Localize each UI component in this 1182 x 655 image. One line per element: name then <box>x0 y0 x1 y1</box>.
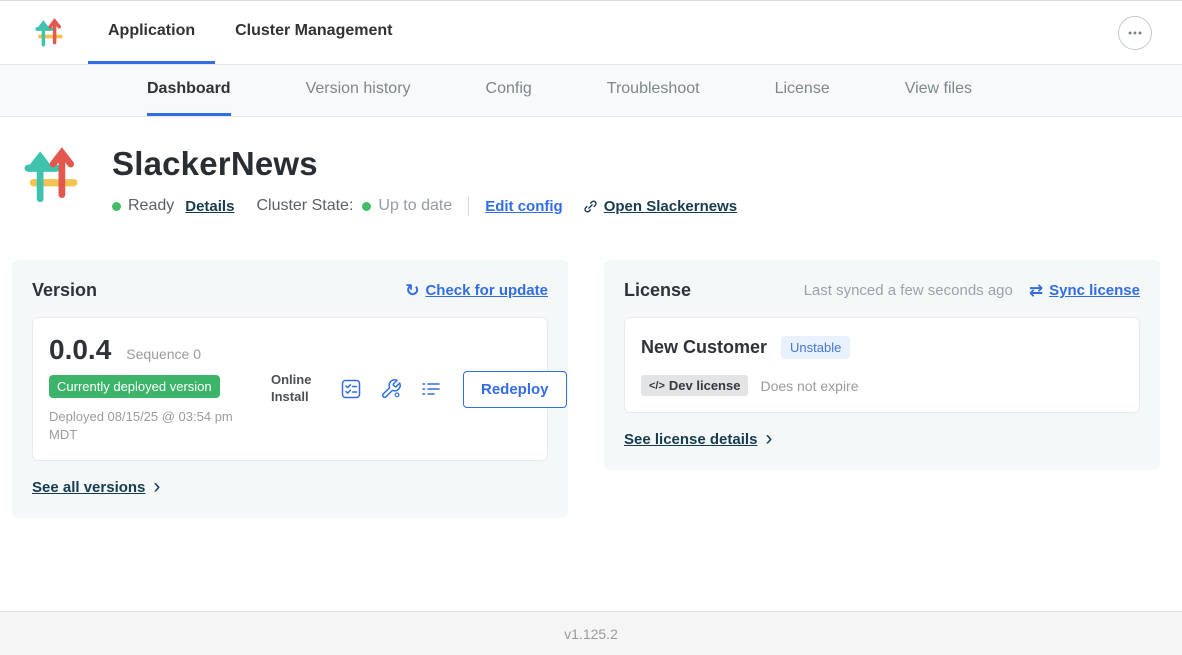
cluster-state-value: Up to date <box>378 197 452 215</box>
top-navbar: Application Cluster Management <box>0 1 1182 65</box>
open-app-label: Open Slackernews <box>604 198 737 215</box>
app-logo-small <box>34 1 64 64</box>
cluster-state-label: Cluster State: <box>256 197 353 215</box>
more-options-button[interactable] <box>1118 16 1152 50</box>
app-ready-dot <box>112 202 121 211</box>
link-chain-icon <box>583 199 598 214</box>
check-for-update-label: Check for update <box>425 282 548 299</box>
app-subnav: Dashboard Version history Config Trouble… <box>0 65 1182 117</box>
last-synced-text: Last synced a few seconds ago <box>804 282 1013 299</box>
sync-icon: ⇄ <box>1029 281 1043 301</box>
tab-application[interactable]: Application <box>88 1 215 64</box>
license-card-header: License Last synced a few seconds ago ⇄ … <box>624 280 1140 301</box>
checklist-icon <box>340 378 362 400</box>
see-all-versions-label: See all versions <box>32 479 145 496</box>
slackernews-logo-icon <box>22 145 80 207</box>
chevron-right-icon: › <box>765 428 772 449</box>
see-license-details-link[interactable]: See license details › <box>624 429 772 450</box>
release-notes-button[interactable] <box>420 378 442 400</box>
check-for-update-link[interactable]: ↻ Check for update <box>405 281 548 301</box>
status-details-link[interactable]: Details <box>185 198 234 215</box>
code-icon: </> <box>649 380 665 392</box>
license-expiration: Does not expire <box>760 378 858 394</box>
customer-name: New Customer <box>641 337 767 358</box>
deployed-timestamp: Deployed 08/15/25 @ 03:54 pm MDT <box>49 408 254 444</box>
open-app-link[interactable]: Open Slackernews <box>583 198 737 215</box>
slackernews-logo-icon <box>34 17 64 49</box>
list-icon <box>420 378 442 400</box>
preflight-checks-button[interactable] <box>340 378 362 400</box>
top-tabs: Application Cluster Management <box>88 1 412 64</box>
refresh-icon: ↻ <box>405 281 419 301</box>
subnav-item-troubleshoot[interactable]: Troubleshoot <box>607 65 700 116</box>
see-license-details-label: See license details <box>624 431 757 448</box>
tab-cluster-management[interactable]: Cluster Management <box>215 1 412 64</box>
app-header: SlackerNews Ready Details Cluster State:… <box>22 145 1182 216</box>
license-type-label: Dev license <box>669 378 741 393</box>
vertical-divider <box>468 196 469 216</box>
version-actions: Online Install <box>271 371 567 408</box>
chevron-right-icon: › <box>153 476 160 497</box>
subnav-item-config[interactable]: Config <box>486 65 532 116</box>
sequence-label: Sequence 0 <box>126 346 201 362</box>
see-all-versions-link[interactable]: See all versions › <box>32 477 160 498</box>
version-card: Version ↻ Check for update 0.0.4 Sequenc… <box>12 260 568 518</box>
channel-badge: Unstable <box>781 336 850 359</box>
subnav-item-version-history[interactable]: Version history <box>306 65 411 116</box>
version-card-title: Version <box>32 280 97 301</box>
subnav-item-dashboard[interactable]: Dashboard <box>147 65 231 116</box>
app-title-block: SlackerNews Ready Details Cluster State:… <box>112 145 737 216</box>
app-logo-large <box>22 145 80 216</box>
console-version: v1.125.2 <box>564 626 618 642</box>
redeploy-button[interactable]: Redeploy <box>463 371 567 408</box>
current-version-panel: 0.0.4 Sequence 0 Currently deployed vers… <box>32 317 548 461</box>
page-title: SlackerNews <box>112 145 737 183</box>
subnav-item-license[interactable]: License <box>775 65 830 116</box>
deployed-badge: Currently deployed version <box>49 375 220 398</box>
version-number: 0.0.4 <box>49 334 111 366</box>
wrench-gear-icon <box>380 378 402 400</box>
sync-license-link[interactable]: ⇄ Sync license <box>1029 281 1140 301</box>
admin-console-page: Application Cluster Management Dashboard… <box>0 0 1182 655</box>
edit-config-link[interactable]: Edit config <box>485 198 563 215</box>
ellipsis-icon <box>1126 24 1144 42</box>
install-type-label: Online Install <box>271 372 321 406</box>
license-card-title: License <box>624 280 691 301</box>
sync-license-label: Sync license <box>1049 282 1140 299</box>
cluster-state-dot <box>362 202 371 211</box>
console-footer: v1.125.2 <box>0 611 1182 655</box>
dashboard-cards: Version ↻ Check for update 0.0.4 Sequenc… <box>12 260 1170 518</box>
config-tools-button[interactable] <box>380 378 402 400</box>
license-panel: New Customer Unstable </> Dev license Do… <box>624 317 1140 413</box>
subnav-item-view-files[interactable]: View files <box>905 65 972 116</box>
app-status-label: Ready <box>128 197 174 215</box>
license-card: License Last synced a few seconds ago ⇄ … <box>604 260 1160 470</box>
app-status-row: Ready Details Cluster State: Up to date … <box>112 196 737 216</box>
license-type-badge: </> Dev license <box>641 375 748 396</box>
version-info: 0.0.4 Sequence 0 Currently deployed vers… <box>49 334 267 444</box>
dashboard-content: SlackerNews Ready Details Cluster State:… <box>0 117 1182 611</box>
version-card-header: Version ↻ Check for update <box>32 280 548 301</box>
